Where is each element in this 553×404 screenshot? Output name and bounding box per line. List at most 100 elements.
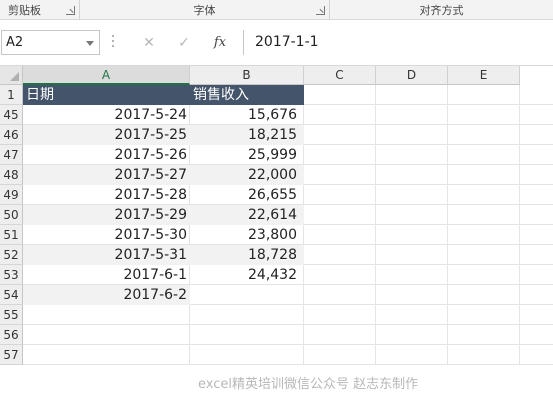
insert-function-button[interactable]: fx <box>208 32 232 54</box>
row-header[interactable]: 47 <box>0 145 23 165</box>
row-header[interactable]: 52 <box>0 245 23 265</box>
sales-cell[interactable]: 22,000 <box>190 165 304 185</box>
empty-cell[interactable] <box>304 105 376 125</box>
column-header-e[interactable]: E <box>448 66 520 85</box>
alignment-group: 对齐方式 <box>330 0 553 20</box>
date-cell[interactable]: 2017-5-25 <box>23 125 190 145</box>
formula-bar-grip-icon[interactable] <box>112 35 115 48</box>
empty-cell[interactable] <box>448 285 520 305</box>
empty-cell[interactable] <box>304 145 376 165</box>
empty-cell[interactable] <box>448 205 520 225</box>
empty-cell[interactable] <box>376 185 448 205</box>
sales-cell[interactable]: 25,999 <box>190 145 304 165</box>
column-header-c[interactable]: C <box>304 66 376 85</box>
table-header-cell[interactable]: 销售收入 <box>190 85 304 105</box>
date-cell[interactable]: 2017-5-31 <box>23 245 190 265</box>
date-cell[interactable]: 2017-5-27 <box>23 165 190 185</box>
empty-cell[interactable] <box>304 225 376 245</box>
row-header[interactable]: 45 <box>0 105 23 125</box>
font-dialog-launcher-icon[interactable] <box>316 6 325 15</box>
empty-cell[interactable] <box>376 345 448 365</box>
row-header[interactable]: 1 <box>0 85 23 105</box>
column-header-b[interactable]: B <box>190 66 304 85</box>
clipboard-dialog-launcher-icon[interactable] <box>66 6 75 15</box>
formula-input[interactable]: 2017-1-1 <box>243 30 553 55</box>
empty-cell[interactable] <box>376 265 448 285</box>
row-header[interactable]: 53 <box>0 265 23 285</box>
row-header[interactable]: 56 <box>0 325 23 345</box>
font-group-label: 字体 <box>193 4 216 17</box>
row-header[interactable]: 48 <box>0 165 23 185</box>
sales-cell[interactable]: 15,676 <box>190 105 304 125</box>
column-header-d[interactable]: D <box>376 66 448 85</box>
sales-cell[interactable] <box>190 345 304 365</box>
date-cell[interactable] <box>23 325 190 345</box>
empty-cell[interactable] <box>376 205 448 225</box>
empty-cell[interactable] <box>376 165 448 185</box>
empty-cell[interactable] <box>376 305 448 325</box>
sales-cell[interactable] <box>190 305 304 325</box>
empty-cell[interactable] <box>376 325 448 345</box>
sales-cell[interactable]: 22,614 <box>190 205 304 225</box>
sales-cell[interactable]: 18,728 <box>190 245 304 265</box>
formula-input-value: 2017-1-1 <box>255 34 319 50</box>
row-header[interactable]: 46 <box>0 125 23 145</box>
empty-cell[interactable] <box>448 305 520 325</box>
empty-cell[interactable] <box>448 345 520 365</box>
empty-cell[interactable] <box>304 185 376 205</box>
empty-cell[interactable] <box>376 245 448 265</box>
empty-cell[interactable] <box>304 245 376 265</box>
table-header-cell[interactable]: 日期 <box>23 85 190 105</box>
empty-cell[interactable] <box>304 345 376 365</box>
empty-cell[interactable] <box>304 285 376 305</box>
name-box-dropdown-icon[interactable] <box>86 41 94 46</box>
empty-cell[interactable] <box>304 325 376 345</box>
column-header-a[interactable]: A <box>23 66 190 85</box>
row-header[interactable]: 50 <box>0 205 23 225</box>
empty-cell[interactable] <box>448 145 520 165</box>
select-all-button[interactable] <box>0 66 23 85</box>
empty-cell[interactable] <box>448 105 520 125</box>
empty-cell[interactable] <box>448 185 520 205</box>
date-cell[interactable]: 2017-5-26 <box>23 145 190 165</box>
empty-cell[interactable] <box>376 285 448 305</box>
empty-cell[interactable] <box>448 265 520 285</box>
empty-cell[interactable] <box>304 305 376 325</box>
empty-cell[interactable] <box>376 145 448 165</box>
empty-cell[interactable] <box>448 125 520 145</box>
empty-cell[interactable] <box>304 205 376 225</box>
date-cell[interactable]: 2017-5-28 <box>23 185 190 205</box>
date-cell[interactable] <box>23 305 190 325</box>
name-box[interactable]: A2 <box>1 30 100 55</box>
enter-button[interactable]: ✓ <box>172 32 196 54</box>
row-header[interactable]: 54 <box>0 285 23 305</box>
row-header[interactable]: 57 <box>0 345 23 365</box>
sales-cell[interactable]: 26,655 <box>190 185 304 205</box>
empty-cell[interactable] <box>448 325 520 345</box>
sales-cell[interactable]: 23,800 <box>190 225 304 245</box>
empty-cell[interactable] <box>448 225 520 245</box>
empty-cell[interactable] <box>448 245 520 265</box>
date-cell[interactable]: 2017-6-1 <box>23 265 190 285</box>
empty-cell[interactable] <box>448 165 520 185</box>
row-header[interactable]: 55 <box>0 305 23 325</box>
row-header[interactable]: 51 <box>0 225 23 245</box>
sales-cell[interactable]: 24,432 <box>190 265 304 285</box>
empty-cell[interactable] <box>304 165 376 185</box>
sales-cell[interactable] <box>190 325 304 345</box>
row-header[interactable]: 49 <box>0 185 23 205</box>
sales-cell[interactable] <box>190 285 304 305</box>
date-cell[interactable]: 2017-5-30 <box>23 225 190 245</box>
date-cell[interactable] <box>23 345 190 365</box>
date-cell[interactable]: 2017-5-29 <box>23 205 190 225</box>
empty-cell[interactable] <box>376 105 448 125</box>
date-cell[interactable]: 2017-5-24 <box>23 105 190 125</box>
sales-cell[interactable]: 18,215 <box>190 125 304 145</box>
empty-cell[interactable] <box>304 125 376 145</box>
date-cell[interactable]: 2017-6-2 <box>23 285 190 305</box>
worksheet-grid[interactable]: A B C D E 1 日期 销售收入 45 2017-5-24 15,676 46 2017-5-25… <box>0 66 553 404</box>
empty-cell[interactable] <box>376 225 448 245</box>
empty-cell[interactable] <box>376 125 448 145</box>
cancel-button[interactable]: ✕ <box>137 32 161 54</box>
empty-cell[interactable] <box>304 265 376 285</box>
